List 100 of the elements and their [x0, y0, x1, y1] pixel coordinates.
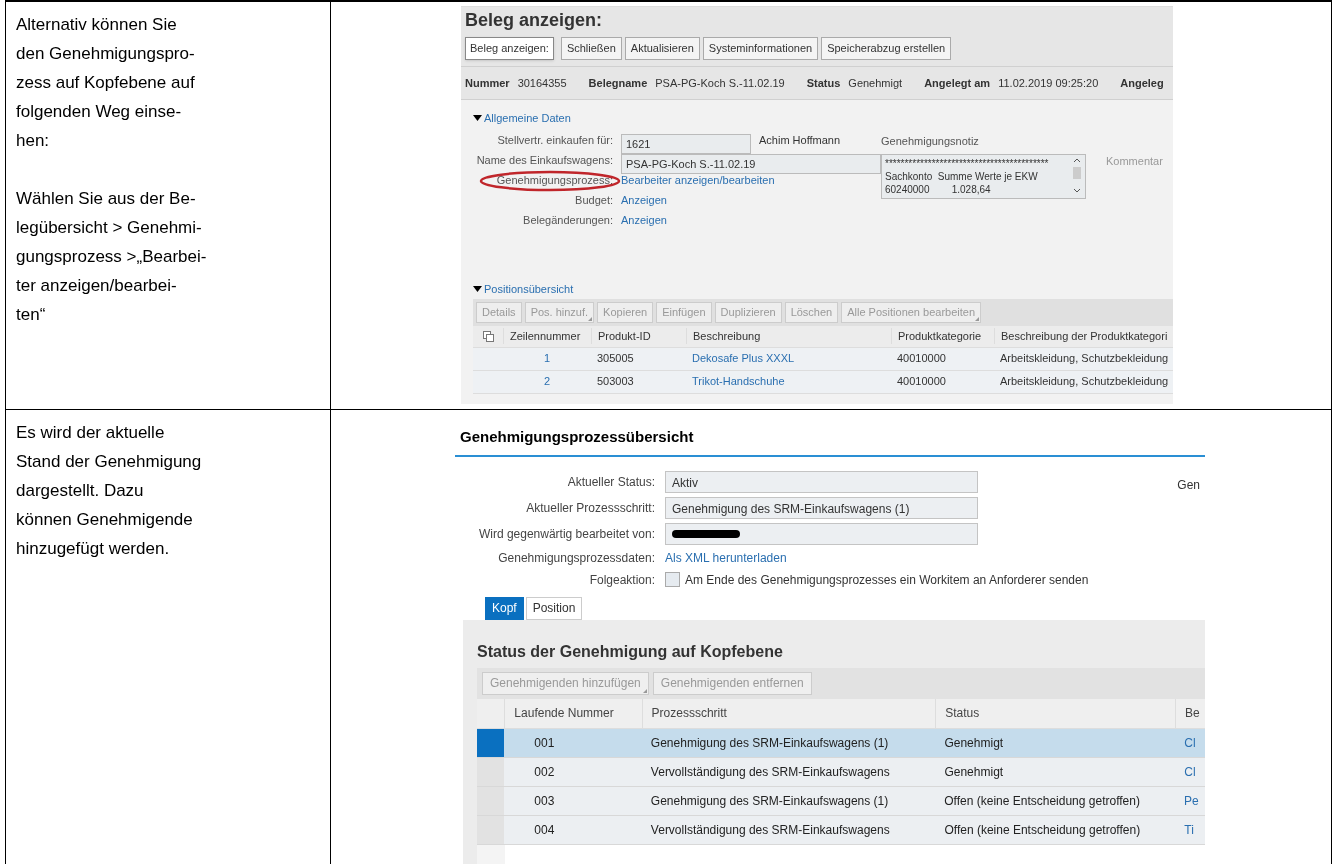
comment-label: Kommentar — [1106, 153, 1163, 169]
table-cell-text: 503003 — [596, 374, 635, 390]
column-header[interactable]: Produktkategorie — [891, 327, 994, 345]
table-cell-text: 001 — [533, 734, 556, 752]
tab[interactable]: Position — [525, 596, 583, 620]
table-cell[interactable]: Trikot-Handschuhe — [686, 373, 891, 390]
header-value: PSA-PG-Koch S.-11.02.19 — [655, 75, 785, 91]
input-field[interactable]: PSA-PG-Koch S.-11.02.19 — [621, 153, 881, 174]
table-cell-text: Arbeitskleidung, Schutzbekleidung — [999, 351, 1169, 367]
section-link[interactable]: Allgemeine Daten — [484, 110, 571, 127]
table-row[interactable]: 001 Genehmigung des SRM-Einkaufswagens (1) Genehmigt Cl — [477, 728, 1205, 758]
header-value: Genehmigt — [848, 75, 903, 91]
input-field[interactable] — [665, 522, 978, 545]
row-selector-handle[interactable] — [477, 757, 505, 786]
row-selector-handle[interactable] — [477, 786, 505, 815]
row-selector-handle[interactable] — [477, 728, 505, 757]
column-header[interactable]: Zeilennummer — [503, 327, 591, 345]
instruction-paragraph: Wählen Sie aus der Be- legübersicht > Genehmi- gungsprozess >„Bearbei- ter anzeigen/bearbei- ten“ — [16, 188, 208, 326]
column-header[interactable]: Produkt-ID — [591, 327, 686, 345]
toolbar-button[interactable]: Aktualisieren — [624, 37, 700, 60]
table-cell-text: Ti — [1183, 821, 1195, 839]
table-cell-text: Genehmigt — [943, 763, 1005, 781]
table-row[interactable]: 003 Genehmigung des SRM-Einkaufswagens (1) Offen (keine Entscheidung getroffen) Pe — [477, 786, 1205, 816]
table-row[interactable]: 002 Vervollständigung des SRM-Einkaufswagens Genehmigt Cl — [477, 757, 1205, 787]
tab[interactable]: Kopf — [485, 596, 524, 620]
link[interactable]: Anzeigen — [621, 192, 667, 209]
page-title: Genehmigungsprozessübersicht — [455, 420, 1205, 457]
table-row[interactable]: 004 Vervollständigung des SRM-Einkaufswagens Offen (keine Entscheidung getroffen) Ti — [477, 815, 1205, 845]
form-label: Stellvertr. einkaufen für: — [496, 133, 613, 149]
header-value: 30164355 — [517, 75, 567, 91]
table-cell-text: 004 — [533, 821, 556, 839]
table-cell-text: 003 — [533, 792, 556, 810]
link[interactable]: Als XML herunterladen — [665, 548, 787, 567]
table-cell-text: Genehmigung des SRM-Einkaufswagens (1) — [649, 734, 890, 752]
note-line: 60240000 1.028,64 — [885, 183, 992, 196]
link[interactable]: Anzeigen — [621, 212, 667, 229]
table-cell-text: 40010000 — [896, 374, 947, 390]
scrollbar-icon[interactable] — [1072, 157, 1082, 195]
dropdown-corner-icon — [588, 316, 593, 321]
input-field[interactable]: 1621 — [621, 133, 751, 154]
row-selector-handle[interactable] — [477, 815, 505, 844]
column-header[interactable]: Prozessschritt — [641, 698, 936, 728]
form-label: Aktueller Status: — [566, 473, 655, 491]
table-cell[interactable]: 2 — [503, 373, 591, 390]
name-text: Achim Hoffmann — [759, 133, 841, 149]
column-header[interactable]: Laufende Nummer — [504, 698, 642, 728]
column-header[interactable]: Status — [935, 698, 1175, 728]
header-value: 11.02.2019 09:25:20 — [998, 75, 1099, 91]
form-label: Aktueller Prozessschritt: — [525, 499, 655, 517]
note-label: Genehmigungsnotiz — [881, 133, 980, 149]
table-cell-text: 305005 — [596, 351, 635, 367]
collapse-triangle-icon[interactable] — [473, 115, 482, 122]
page-title: Beleg anzeigen: — [465, 9, 604, 31]
tooltip: Beleg anzeigen: — [465, 37, 554, 60]
column-header[interactable]: Be — [1175, 698, 1205, 728]
form-label: Wird gegenwärtig bearbeitet von: — [477, 525, 655, 543]
toolbar-button[interactable]: Systeminformationen — [702, 37, 819, 60]
header-label: Angelegt am — [924, 75, 991, 91]
header-label: Angeleg — [1120, 75, 1164, 91]
table-cell[interactable]: Dekosafe Plus XXXL — [686, 350, 891, 367]
form-label: Genehmigungsprozess: — [495, 173, 613, 189]
toolbar-button[interactable]: Schließen — [560, 37, 622, 60]
dropdown-corner-icon — [975, 316, 980, 321]
table-settings-icon[interactable] — [482, 330, 494, 342]
input-field[interactable]: Genehmigung des SRM-Einkaufswagens (1) — [665, 496, 978, 519]
header-label: Status — [806, 75, 841, 91]
table-cell-text: Genehmigung des SRM-Einkaufswagens (1) — [649, 792, 890, 810]
instruction-paragraph: Es wird der aktuelle Stand der Genehmigung dargestellt. Dazu können Genehmigende hinzugefügt werden. — [16, 422, 203, 560]
note-textarea[interactable]: ****************************************** Sachkonto Summe Werte je EKW 60240000 1.028,64 — [881, 154, 1086, 199]
note-line: Sachkonto Summe Werte je EKW — [885, 170, 1039, 183]
form-label: Folgeaktion: — [588, 571, 655, 589]
table-cell-text: 002 — [533, 763, 556, 781]
header-label: Nummer — [465, 75, 510, 91]
table-cell-text: Offen (keine Entscheidung getroffen) — [943, 792, 1141, 810]
section-link[interactable]: Positionsübersicht — [484, 280, 574, 297]
checkbox[interactable] — [665, 572, 680, 587]
input-field[interactable]: Aktiv — [665, 470, 978, 493]
table-cell-text: Pe — [1183, 792, 1200, 810]
table-cell[interactable]: 1 — [503, 350, 591, 367]
collapse-triangle-icon[interactable] — [473, 285, 482, 292]
note-line: ****************************************** — [885, 157, 1050, 170]
instruction-paragraph: Alternativ können Sie den Genehmigungspro- zess auf Kopfebene auf folgenden Weg einse- hen: — [16, 14, 196, 152]
column-header[interactable]: Beschreibung — [686, 327, 891, 345]
form-label: Gen — [1177, 476, 1200, 494]
form-label: Genehmigungsprozessdaten: — [497, 549, 655, 567]
table-cell-text: 40010000 — [896, 351, 947, 367]
panel-title: Status der Genehmigung auf Kopfebene — [477, 641, 784, 662]
table-cell-text: Arbeitskleidung, Schutzbekleidung — [999, 374, 1169, 390]
table-cell-text: Vervollständigung des SRM-Einkaufswagens — [649, 763, 891, 781]
table-cell-text: Genehmigt — [943, 734, 1005, 752]
dropdown-corner-icon — [642, 688, 647, 693]
table-cell-text: Cl — [1183, 763, 1197, 781]
checkbox-label: Am Ende des Genehmigungsprozesses ein Workitem an Anforderer senden — [685, 571, 1089, 589]
link[interactable]: Bearbeiter anzeigen/bearbeiten — [621, 172, 775, 189]
column-header[interactable]: Beschreibung der Produktkategori — [994, 327, 1169, 345]
table-cell-text: Vervollständigung des SRM-Einkaufswagens — [649, 821, 891, 839]
form-label: Budget: — [574, 193, 613, 209]
header-label: Belegname — [588, 75, 648, 91]
table-cell-text: Offen (keine Entscheidung getroffen) — [943, 821, 1142, 839]
toolbar-button[interactable]: Speicherabzug erstellen — [821, 37, 952, 60]
